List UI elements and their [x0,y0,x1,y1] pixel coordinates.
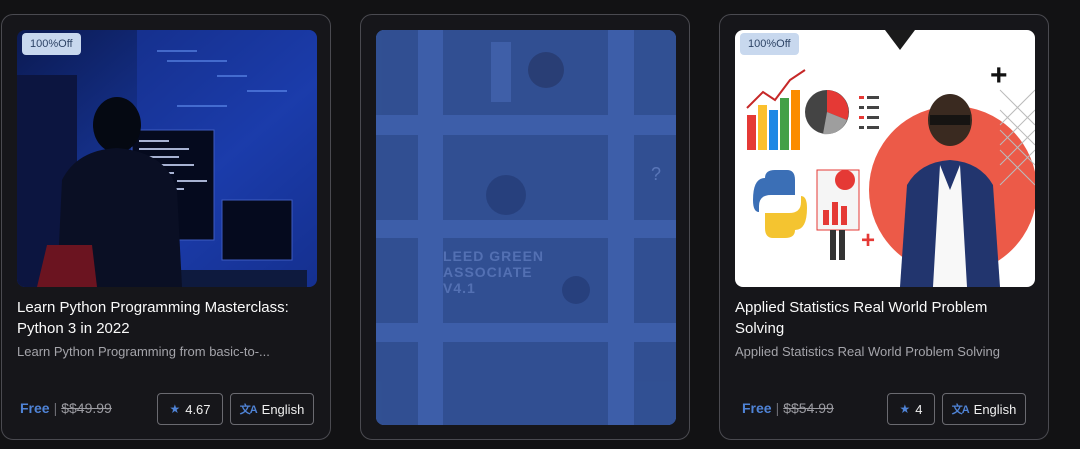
hacker-image [17,30,317,287]
svg-text:+: + [990,59,1008,92]
course-card[interactable]: + + 100%Off Applied Statistics Real Worl… [719,14,1049,440]
course-title[interactable]: Learn Python Programming Masterclass: Py… [17,297,319,339]
course-thumbnail[interactable]: 100%Off [17,30,317,287]
course-subtitle: Applied Statistics Real World Problem So… [735,344,1000,359]
language-badge: 文A English [942,393,1026,425]
price-original: $$49.99 [61,400,112,416]
statistics-image: + + [735,30,1035,287]
blurred-text: LEED GREEN ASSOCIATE V4.1 [443,248,545,296]
star-icon: ★ [169,402,181,416]
price-free: Free [20,400,50,416]
language-value: English [973,401,1017,417]
price-separator: | [775,400,780,416]
price-free: Free [742,400,772,416]
course-thumbnail-blurred: ? [376,30,676,425]
rating-badge: ★ 4.67 [157,393,223,425]
rating-value: 4 [915,401,923,417]
discount-badge: 100%Off [740,33,799,55]
course-card[interactable]: 100%Off Learn Python Programming Masterc… [1,14,331,440]
course-card-placeholder[interactable]: ? LEED GREEN ASSOCIATE V4.1 [360,14,690,440]
svg-text:?: ? [651,164,661,184]
translate-icon: 文A [951,404,970,416]
language-badge: 文A English [230,393,314,425]
star-icon: ★ [899,402,911,416]
rating-value: 4.67 [185,401,211,417]
price: Free | $$54.99 [742,400,834,416]
language-value: English [261,401,305,417]
translate-icon: 文A [239,404,258,416]
blurred-grid-image: ? [376,30,676,425]
discount-badge: 100%Off [22,33,81,55]
course-thumbnail[interactable]: + + 100%Off [735,30,1035,287]
svg-text:+: + [861,227,875,254]
course-title[interactable]: Applied Statistics Real World Problem So… [735,297,1037,339]
price-separator: | [53,400,58,416]
price-original: $$54.99 [783,400,834,416]
rating-badge: ★ 4 [887,393,935,425]
price: Free | $$49.99 [20,400,112,416]
course-subtitle: Learn Python Programming from basic-to-.… [17,344,270,359]
